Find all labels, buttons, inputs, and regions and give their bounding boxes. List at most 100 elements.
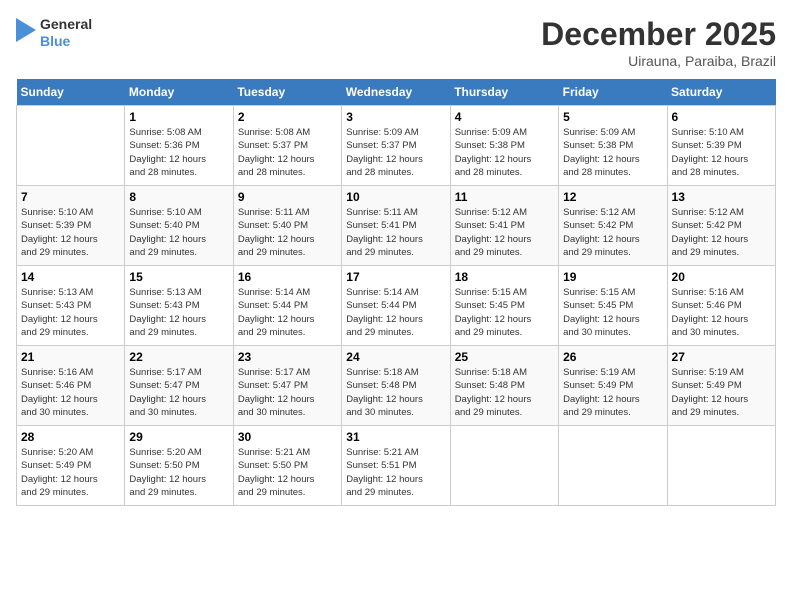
calendar-cell: 25 Sunrise: 5:18 AM Sunset: 5:48 PM Dayli… xyxy=(450,346,558,426)
calendar-cell: 13Sunrise: 5:12 AM Sunset: 5:42 PM Dayli… xyxy=(667,186,775,266)
day-number: 24 xyxy=(346,350,445,364)
calendar-cell: 2 Sunrise: 5:08 AM Sunset: 5:37 PM Daylig… xyxy=(233,106,341,186)
day-number: 3 xyxy=(346,110,445,124)
day-number: 13 xyxy=(672,190,771,204)
calendar-cell: 15 Sunrise: 5:13 AM Sunset: 5:43 PM Dayli… xyxy=(125,266,233,346)
location: Uirauna, Paraiba, Brazil xyxy=(541,53,776,69)
column-header-sunday: Sunday xyxy=(17,79,125,106)
cell-info: Sunrise: 5:08 AM Sunset: 5:36 PM Dayligh… xyxy=(129,126,228,179)
calendar-cell: 31 Sunrise: 5:21 AM Sunset: 5:51 PM Dayli… xyxy=(342,426,450,506)
logo-blue: Blue xyxy=(40,33,92,50)
cell-info: Sunrise: 5:16 AM Sunset: 5:46 PM Dayligh… xyxy=(672,286,771,339)
column-header-saturday: Saturday xyxy=(667,79,775,106)
day-number: 18 xyxy=(455,270,554,284)
calendar-cell: 26 Sunrise: 5:19 AM Sunset: 5:49 PM Dayli… xyxy=(559,346,667,426)
cell-info: Sunrise: 5:08 AM Sunset: 5:37 PM Dayligh… xyxy=(238,126,337,179)
day-number: 15 xyxy=(129,270,228,284)
calendar-cell: 23Sunrise: 5:17 AM Sunset: 5:47 PM Dayli… xyxy=(233,346,341,426)
column-header-monday: Monday xyxy=(125,79,233,106)
cell-info: Sunrise: 5:09 AM Sunset: 5:37 PM Dayligh… xyxy=(346,126,445,179)
calendar-cell: 30 Sunrise: 5:21 AM Sunset: 5:50 PM Dayli… xyxy=(233,426,341,506)
day-number: 1 xyxy=(129,110,228,124)
cell-info: Sunrise: 5:20 AM Sunset: 5:49 PM Dayligh… xyxy=(21,446,120,499)
logo-triangle-icon xyxy=(16,18,36,48)
cell-info: Sunrise: 5:13 AM Sunset: 5:43 PM Dayligh… xyxy=(129,286,228,339)
calendar-cell xyxy=(667,426,775,506)
cell-info: Sunrise: 5:13 AM Sunset: 5:43 PM Dayligh… xyxy=(21,286,120,339)
column-header-friday: Friday xyxy=(559,79,667,106)
calendar-cell: 9 Sunrise: 5:11 AM Sunset: 5:40 PM Daylig… xyxy=(233,186,341,266)
column-header-tuesday: Tuesday xyxy=(233,79,341,106)
cell-info: Sunrise: 5:18 AM Sunset: 5:48 PM Dayligh… xyxy=(346,366,445,419)
day-number: 5 xyxy=(563,110,662,124)
day-number: 4 xyxy=(455,110,554,124)
cell-info: Sunrise: 5:11 AM Sunset: 5:40 PM Dayligh… xyxy=(238,206,337,259)
day-number: 8 xyxy=(129,190,228,204)
calendar-cell: 6Sunrise: 5:10 AM Sunset: 5:39 PM Daylig… xyxy=(667,106,775,186)
day-number: 14 xyxy=(21,270,120,284)
calendar-cell: 21 Sunrise: 5:16 AM Sunset: 5:46 PM Dayli… xyxy=(17,346,125,426)
calendar-cell: 7 Sunrise: 5:10 AM Sunset: 5:39 PM Daylig… xyxy=(17,186,125,266)
day-number: 12 xyxy=(563,190,662,204)
calendar-cell: 24 Sunrise: 5:18 AM Sunset: 5:48 PM Dayli… xyxy=(342,346,450,426)
logo-text: GeneralBlue xyxy=(40,16,92,50)
day-number: 26 xyxy=(563,350,662,364)
cell-info: Sunrise: 5:12 AM Sunset: 5:41 PM Dayligh… xyxy=(455,206,554,259)
calendar-cell: 11 Sunrise: 5:12 AM Sunset: 5:41 PM Dayli… xyxy=(450,186,558,266)
day-number: 11 xyxy=(455,190,554,204)
cell-info: Sunrise: 5:10 AM Sunset: 5:39 PM Dayligh… xyxy=(21,206,120,259)
day-number: 27 xyxy=(672,350,771,364)
calendar-cell: 22Sunrise: 5:17 AM Sunset: 5:47 PM Dayli… xyxy=(125,346,233,426)
day-number: 2 xyxy=(238,110,337,124)
cell-info: Sunrise: 5:09 AM Sunset: 5:38 PM Dayligh… xyxy=(563,126,662,179)
calendar-cell: 20 Sunrise: 5:16 AM Sunset: 5:46 PM Dayli… xyxy=(667,266,775,346)
logo: GeneralBlue xyxy=(16,16,92,50)
calendar-cell: 17 Sunrise: 5:14 AM Sunset: 5:44 PM Dayli… xyxy=(342,266,450,346)
calendar-cell: 4Sunrise: 5:09 AM Sunset: 5:38 PM Daylig… xyxy=(450,106,558,186)
cell-info: Sunrise: 5:21 AM Sunset: 5:50 PM Dayligh… xyxy=(238,446,337,499)
cell-info: Sunrise: 5:15 AM Sunset: 5:45 PM Dayligh… xyxy=(563,286,662,339)
title-area: December 2025 Uirauna, Paraiba, Brazil xyxy=(541,16,776,69)
day-number: 29 xyxy=(129,430,228,444)
cell-info: Sunrise: 5:10 AM Sunset: 5:40 PM Dayligh… xyxy=(129,206,228,259)
cell-info: Sunrise: 5:19 AM Sunset: 5:49 PM Dayligh… xyxy=(563,366,662,419)
cell-info: Sunrise: 5:16 AM Sunset: 5:46 PM Dayligh… xyxy=(21,366,120,419)
calendar-cell: 8 Sunrise: 5:10 AM Sunset: 5:40 PM Daylig… xyxy=(125,186,233,266)
calendar-cell: 16Sunrise: 5:14 AM Sunset: 5:44 PM Dayli… xyxy=(233,266,341,346)
cell-info: Sunrise: 5:12 AM Sunset: 5:42 PM Dayligh… xyxy=(563,206,662,259)
calendar-cell: 27 Sunrise: 5:19 AM Sunset: 5:49 PM Dayli… xyxy=(667,346,775,426)
calendar-cell: 19Sunrise: 5:15 AM Sunset: 5:45 PM Dayli… xyxy=(559,266,667,346)
column-header-thursday: Thursday xyxy=(450,79,558,106)
logo-container: GeneralBlue xyxy=(16,16,92,50)
cell-info: Sunrise: 5:17 AM Sunset: 5:47 PM Dayligh… xyxy=(238,366,337,419)
day-number: 7 xyxy=(21,190,120,204)
page-header: GeneralBlue December 2025 Uirauna, Parai… xyxy=(16,16,776,69)
day-number: 21 xyxy=(21,350,120,364)
calendar-cell xyxy=(559,426,667,506)
day-number: 20 xyxy=(672,270,771,284)
cell-info: Sunrise: 5:17 AM Sunset: 5:47 PM Dayligh… xyxy=(129,366,228,419)
calendar-cell: 10 Sunrise: 5:11 AM Sunset: 5:41 PM Dayli… xyxy=(342,186,450,266)
calendar-table: SundayMondayTuesdayWednesdayThursdayFrid… xyxy=(16,79,776,506)
cell-info: Sunrise: 5:21 AM Sunset: 5:51 PM Dayligh… xyxy=(346,446,445,499)
day-number: 28 xyxy=(21,430,120,444)
calendar-cell: 14 Sunrise: 5:13 AM Sunset: 5:43 PM Dayli… xyxy=(17,266,125,346)
day-number: 30 xyxy=(238,430,337,444)
day-number: 9 xyxy=(238,190,337,204)
cell-info: Sunrise: 5:14 AM Sunset: 5:44 PM Dayligh… xyxy=(346,286,445,339)
cell-info: Sunrise: 5:19 AM Sunset: 5:49 PM Dayligh… xyxy=(672,366,771,419)
day-number: 6 xyxy=(672,110,771,124)
column-header-wednesday: Wednesday xyxy=(342,79,450,106)
calendar-cell: 18Sunrise: 5:15 AM Sunset: 5:45 PM Dayli… xyxy=(450,266,558,346)
day-number: 25 xyxy=(455,350,554,364)
day-number: 31 xyxy=(346,430,445,444)
cell-info: Sunrise: 5:11 AM Sunset: 5:41 PM Dayligh… xyxy=(346,206,445,259)
day-number: 10 xyxy=(346,190,445,204)
cell-info: Sunrise: 5:18 AM Sunset: 5:48 PM Dayligh… xyxy=(455,366,554,419)
calendar-cell: 28 Sunrise: 5:20 AM Sunset: 5:49 PM Dayli… xyxy=(17,426,125,506)
calendar-cell: 5 Sunrise: 5:09 AM Sunset: 5:38 PM Daylig… xyxy=(559,106,667,186)
calendar-cell: 12 Sunrise: 5:12 AM Sunset: 5:42 PM Dayli… xyxy=(559,186,667,266)
calendar-cell xyxy=(17,106,125,186)
day-number: 17 xyxy=(346,270,445,284)
cell-info: Sunrise: 5:14 AM Sunset: 5:44 PM Dayligh… xyxy=(238,286,337,339)
